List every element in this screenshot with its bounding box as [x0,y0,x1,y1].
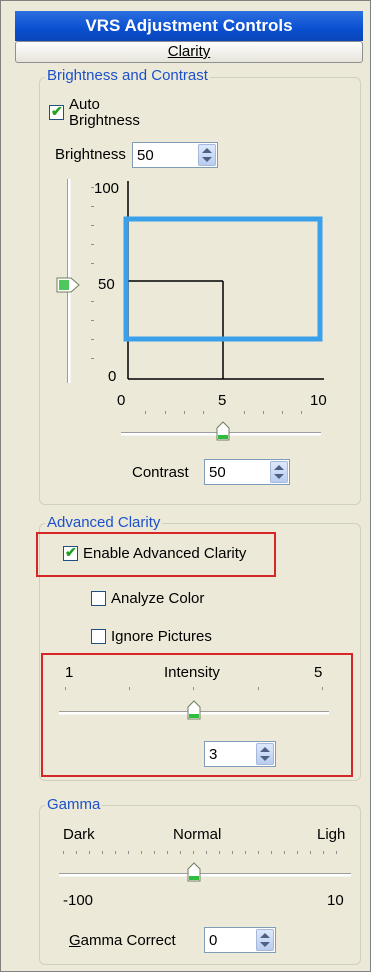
brightness-label: Brightness [55,146,126,163]
brightness-contrast-graph [123,181,324,380]
brightness-tick [91,320,94,321]
brightness-spinbox[interactable]: 50 [132,142,218,168]
intensity-slider-thumb[interactable] [187,700,201,720]
gamma-correct-spinbox[interactable]: 0 [204,927,276,953]
gamma-tick [167,851,168,854]
spinner-arrows-icon[interactable] [270,461,288,483]
gamma-tick [336,851,337,854]
gamma-correct-value: 0 [209,932,218,949]
gamma-normal-label: Normal [173,826,222,843]
intensity-tick [322,687,323,690]
intensity-tick [258,687,259,690]
gamma-legend: Gamma [45,796,103,813]
intensity-tick [193,687,194,690]
brightness-slider-thumb[interactable] [56,277,80,293]
checkmark-icon: ✔ [65,544,77,560]
contrast-tick [145,411,146,414]
gamma-tick [206,851,207,854]
brightness-tick [91,358,94,359]
brightness-tick [91,244,94,245]
brightness-tick [91,225,94,226]
gamma-tick [310,851,311,854]
gamma-tick [297,851,298,854]
panel-title: VRS Adjustment Controls [15,11,363,41]
auto-brightness-checkbox[interactable]: ✔ [49,103,64,120]
enable-advanced-clarity-checkbox[interactable]: ✔ [63,544,78,561]
brightness-tick [91,206,94,207]
gamma-tick [154,851,155,854]
intensity-tick [65,687,66,690]
enable-advanced-clarity-label: Enable Advanced Clarity [83,545,247,562]
contrast-label: Contrast [132,464,189,481]
spinner-arrows-icon[interactable] [256,743,274,765]
gamma-tick [76,851,77,854]
brightness-tick [91,339,94,340]
clarity-button-label: Clarity [167,43,211,60]
vrs-adjustment-panel: VRS Adjustment Controls Clarity Brightne… [0,0,371,972]
contrast-tick [282,411,283,414]
gamma-max-label: 10 [327,892,344,909]
checkmark-icon: ✔ [51,103,63,119]
gamma-slider-track[interactable] [59,873,351,877]
brightness-tick [91,301,94,302]
intensity-min-label: 1 [65,664,74,681]
gamma-tick [180,851,181,854]
x-label-5: 5 [218,392,227,409]
auto-brightness-label-line2: Brightness [69,112,140,129]
brightness-tick [91,263,94,264]
gamma-tick [115,851,116,854]
contrast-tick [165,411,166,414]
gamma-correct-label-rest: amma Correct [80,932,176,949]
gamma-tick [284,851,285,854]
ignore-pictures-checkbox[interactable] [91,629,106,644]
contrast-tick [263,411,264,414]
gamma-tick [193,851,194,854]
gamma-tick [232,851,233,854]
analyze-color-checkbox[interactable] [91,591,106,606]
gamma-tick [271,851,272,854]
gamma-tick [219,851,220,854]
y-label-100: 100 [94,180,120,197]
gamma-min-label: -100 [63,892,94,909]
gamma-tick [141,851,142,854]
gamma-tick [63,851,64,854]
contrast-value: 50 [209,464,226,481]
intensity-spinbox[interactable]: 3 [204,741,276,767]
gamma-tick [323,851,324,854]
gamma-tick [102,851,103,854]
clarity-button[interactable]: Clarity [15,41,363,63]
contrast-spinbox[interactable]: 50 [204,459,290,485]
gamma-tick [258,851,259,854]
x-label-0: 0 [117,392,126,409]
intensity-value: 3 [209,746,218,763]
spinner-arrows-icon[interactable] [198,144,216,166]
brightness-value: 50 [137,147,154,164]
contrast-tick [203,411,204,414]
ignore-pictures-label: Ignore Pictures [111,628,212,645]
intensity-label: Intensity [164,664,220,681]
gamma-tick [89,851,90,854]
gamma-slider-thumb[interactable] [187,862,201,882]
gamma-light-label: Ligh [317,826,346,843]
gamma-correct-accesskey: G [69,932,81,949]
y-label-50: 50 [98,276,115,293]
contrast-slider-thumb[interactable] [216,421,230,441]
contrast-tick [244,411,245,414]
auto-brightness-label-line1: Auto [69,96,100,113]
gamma-tick [128,851,129,854]
gamma-tick [245,851,246,854]
spinner-arrows-icon[interactable] [256,929,274,951]
intensity-tick [129,687,130,690]
y-label-0: 0 [108,368,117,385]
intensity-max-label: 5 [314,664,323,681]
gamma-correct-label: Gamma Correct [69,933,176,949]
contrast-tick [184,411,185,414]
contrast-tick [301,411,302,414]
analyze-color-label: Analyze Color [111,590,205,607]
brightness-contrast-legend: Brightness and Contrast [45,67,210,84]
x-label-10: 10 [310,392,327,409]
advanced-clarity-legend: Advanced Clarity [45,514,163,531]
gamma-dark-label: Dark [63,826,95,843]
